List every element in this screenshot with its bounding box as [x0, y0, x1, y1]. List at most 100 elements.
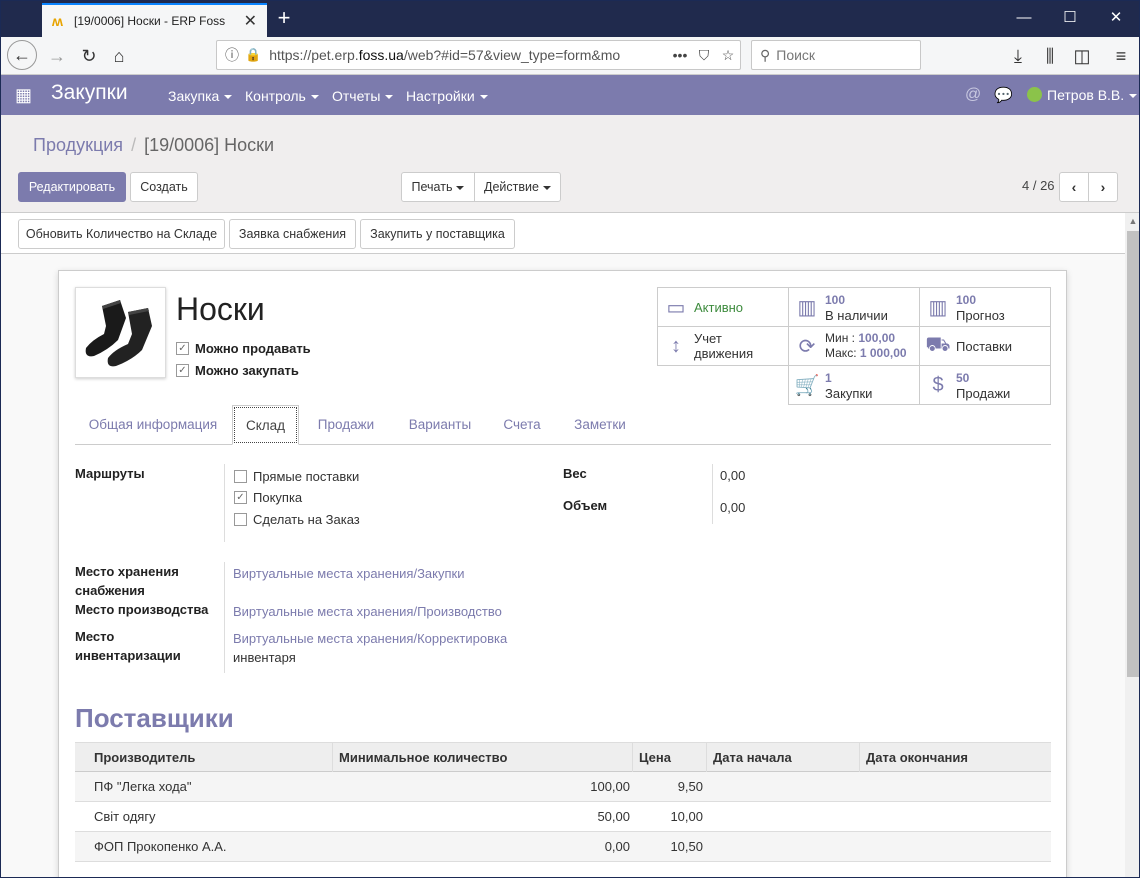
purchases-button[interactable]: 🛒 1 Закупки: [788, 365, 920, 405]
page-actions-icon[interactable]: •••: [668, 47, 692, 63]
menu-control[interactable]: Контроль: [245, 88, 319, 104]
forecast-button[interactable]: ▥ 100 Прогноз: [919, 287, 1051, 327]
downloads-icon[interactable]: ⤓: [1004, 42, 1032, 70]
column-date-end[interactable]: Дата окончания: [859, 743, 1051, 772]
tab-inventory[interactable]: Склад: [232, 405, 299, 445]
reload-icon[interactable]: ↻: [75, 42, 103, 70]
pager-next-icon[interactable]: ›: [1088, 172, 1118, 202]
route-mto[interactable]: Сделать на Заказ: [234, 512, 360, 527]
column-price[interactable]: Цена: [632, 743, 706, 772]
sidebar-icon[interactable]: ◫: [1068, 42, 1096, 70]
back-icon[interactable]: ←: [7, 40, 37, 70]
price-cell: 10,00: [670, 809, 703, 824]
pocket-icon[interactable]: ⛉: [692, 47, 716, 64]
mentions-icon[interactable]: @: [965, 86, 981, 104]
scroll-up-icon[interactable]: ▲: [1125, 213, 1139, 229]
minimize-icon[interactable]: —: [1001, 1, 1047, 37]
route-dropship[interactable]: Прямые поставки: [234, 469, 359, 484]
avatar: [1027, 87, 1042, 102]
hamburger-menu-icon[interactable]: ≡: [1107, 42, 1135, 70]
buy-from-vendor-button[interactable]: Закупить у поставщика: [360, 219, 515, 249]
tab-general-info[interactable]: Общая информация: [75, 405, 231, 445]
create-button[interactable]: Создать: [130, 172, 198, 202]
reordering-rules-button[interactable]: ⟳ Мин : 100,00 Макс: 1 000,00: [788, 326, 920, 366]
form-sheet: Носки ✓ Можно продавать ✓ Можно закупать ▭…: [58, 270, 1067, 877]
sales-button[interactable]: $ 50 Продажи: [919, 365, 1051, 405]
bookmark-star-icon[interactable]: ☆: [716, 47, 740, 64]
checkbox-icon[interactable]: ✓: [176, 364, 189, 377]
active-toggle-button[interactable]: ▭ Активно: [657, 287, 789, 327]
vendor-cell: Світ одягу: [94, 809, 156, 824]
browser-tab[interactable]: ʍ [19/0006] Носки - ERP Foss ✕: [42, 3, 267, 37]
browser-window: ʍ [19/0006] Носки - ERP Foss ✕ + — ☐ ✕ ←…: [0, 0, 1140, 878]
info-icon[interactable]: ⓘ: [225, 45, 239, 65]
deliveries-button[interactable]: ⛟ Поставки: [919, 326, 1051, 366]
checkbox-icon[interactable]: [234, 470, 247, 483]
routes-label: Маршруты: [75, 466, 145, 481]
forward-icon[interactable]: →: [43, 42, 71, 70]
procurement-location-link[interactable]: Виртуальные места хранения/Закупки: [233, 564, 464, 583]
new-tab-icon[interactable]: +: [273, 5, 295, 31]
table-header: Производитель Минимальное количество Цен…: [75, 742, 1051, 772]
close-tab-icon[interactable]: ✕: [244, 11, 257, 31]
apps-grid-icon[interactable]: ▦: [15, 85, 32, 106]
tab-variants[interactable]: Варианты: [393, 405, 487, 445]
user-menu[interactable]: Петров В.В.: [1027, 87, 1137, 103]
tab-notes[interactable]: Заметки: [557, 405, 643, 445]
column-min-qty[interactable]: Минимальное количество: [332, 743, 632, 772]
vendor-cell: ПФ "Легка хода": [94, 779, 192, 794]
control-panel: Продукция / [19/0006] Носки Редактировать …: [1, 115, 1139, 213]
checkbox-icon[interactable]: ✓: [176, 342, 189, 355]
chat-icon[interactable]: 💬: [994, 86, 1013, 104]
address-bar[interactable]: ⓘ 🔒 https://pet.erp.foss.ua/web?#id=57&v…: [216, 40, 741, 70]
min-qty-cell: 0,00: [604, 839, 630, 854]
maximize-icon[interactable]: ☐: [1047, 1, 1093, 37]
scrollbar-thumb[interactable]: [1127, 231, 1139, 677]
checkbox-icon[interactable]: [234, 513, 247, 526]
pager-previous-icon[interactable]: ‹: [1059, 172, 1089, 202]
column-vendor[interactable]: Производитель: [88, 743, 332, 772]
checkbox-icon[interactable]: ✓: [234, 491, 247, 504]
shopping-cart-icon: 🛒: [794, 374, 820, 397]
table-row[interactable]: ПФ "Легка хода" 100,00 9,50: [75, 772, 1051, 802]
production-location-link[interactable]: Виртуальные места хранения/Производство: [233, 602, 502, 621]
tab-invoicing[interactable]: Счета: [491, 405, 553, 445]
app-name[interactable]: Закупки: [51, 81, 128, 105]
stock-moves-button[interactable]: ↕ Учет движения: [657, 326, 789, 366]
close-window-icon[interactable]: ✕: [1093, 1, 1139, 37]
on-hand-button[interactable]: ▥ 100 В наличии: [788, 287, 920, 327]
volume-label: Объем: [563, 498, 608, 513]
can-purchase-checkbox[interactable]: ✓ Можно закупать: [176, 363, 299, 378]
route-buy[interactable]: ✓ Покупка: [234, 490, 302, 505]
can-sell-checkbox[interactable]: ✓ Можно продавать: [176, 341, 311, 356]
vendors-table: Производитель Минимальное количество Цен…: [75, 742, 1051, 862]
volume-value: 0,00: [720, 500, 746, 515]
site-favicon-icon: ʍ: [52, 13, 63, 29]
menu-purchase[interactable]: Закупка: [168, 88, 232, 104]
vendor-cell: ФОП Прокопенко А.А.: [94, 839, 227, 854]
action-button[interactable]: Действие: [474, 172, 561, 202]
header-action-bar: Обновить Количество на Складе Заявка сна…: [1, 213, 1125, 254]
print-button[interactable]: Печать: [401, 172, 475, 202]
home-icon[interactable]: ⌂: [105, 42, 133, 70]
inventory-location-link[interactable]: Виртуальные места хранения/Корректировка…: [233, 629, 507, 667]
procurement-request-button[interactable]: Заявка снабжения: [229, 219, 356, 249]
menu-settings[interactable]: Настройки: [406, 88, 488, 104]
product-name: Носки: [176, 291, 265, 327]
breadcrumb-parent[interactable]: Продукция: [33, 135, 123, 155]
tab-sales[interactable]: Продажи: [303, 405, 389, 445]
vertical-scrollbar[interactable]: ▲: [1125, 213, 1139, 877]
browser-toolbar: ← → ↻ ⌂ ⓘ 🔒 https://pet.erp.foss.ua/web?…: [1, 37, 1139, 75]
inventory-location-label: Место инвентаризации: [75, 629, 181, 663]
dollar-icon: $: [932, 373, 944, 396]
table-row[interactable]: Світ одягу 50,00 10,00: [75, 802, 1051, 832]
search-input[interactable]: ⚲ Поиск: [751, 40, 921, 70]
update-qty-button[interactable]: Обновить Количество на Складе: [18, 219, 225, 249]
menu-reports[interactable]: Отчеты: [332, 88, 393, 104]
pager-value[interactable]: 4 / 26: [1022, 178, 1055, 193]
column-date-start[interactable]: Дата начала: [706, 743, 859, 772]
edit-button[interactable]: Редактировать: [18, 172, 126, 202]
product-image[interactable]: [75, 287, 166, 378]
table-row[interactable]: ФОП Прокопенко А.А. 0,00 10,50: [75, 832, 1051, 862]
library-icon[interactable]: ⫼: [1036, 42, 1064, 70]
